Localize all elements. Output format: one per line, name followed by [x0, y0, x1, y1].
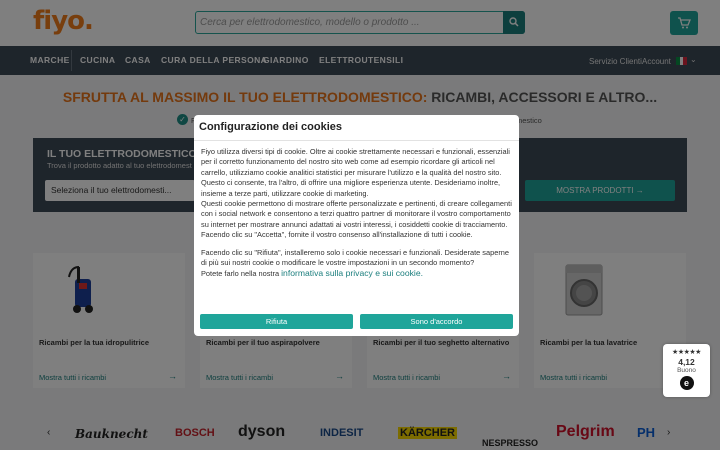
cookie-text-intro: Fiyo utilizza diversi tipi di cookie. Ol… — [201, 147, 510, 198]
privacy-policy-link[interactable]: informativa sulla privacy e sui cookie. — [281, 268, 423, 278]
cookie-text-marketing: Questi cookie permettono di mostrare off… — [201, 199, 512, 240]
cookie-paragraph-2: Facendo clic su "Rifiuta", installeremo … — [201, 248, 514, 280]
rating-badge[interactable]: ★★★★★ 4,12 Buono e — [663, 344, 710, 397]
star-rating: ★★★★★ — [672, 349, 701, 356]
cookie-paragraph-1: Fiyo utilizza diversi tipi di cookie. Ol… — [201, 147, 514, 241]
trusted-shops-icon: e — [679, 376, 694, 390]
rating-score: 4,12 — [678, 357, 695, 367]
reject-button[interactable]: Rifiuta — [200, 314, 353, 329]
dialog-title: Configurazione dei cookies — [199, 121, 343, 133]
cookie-text-reject: Facendo clic su "Rifiuta", installeremo … — [201, 247, 510, 268]
rating-label: Buono — [677, 367, 696, 374]
dialog-body: Fiyo utilizza diversi tipi di cookie. Ol… — [201, 147, 514, 287]
cookie-text-policy-prefix: Potete farlo nella nostra — [201, 269, 282, 279]
accept-button[interactable]: Sono d'accordo — [360, 314, 513, 329]
divider — [194, 140, 519, 141]
cookie-consent-dialog: Configurazione dei cookies Fiyo utilizza… — [194, 115, 519, 336]
